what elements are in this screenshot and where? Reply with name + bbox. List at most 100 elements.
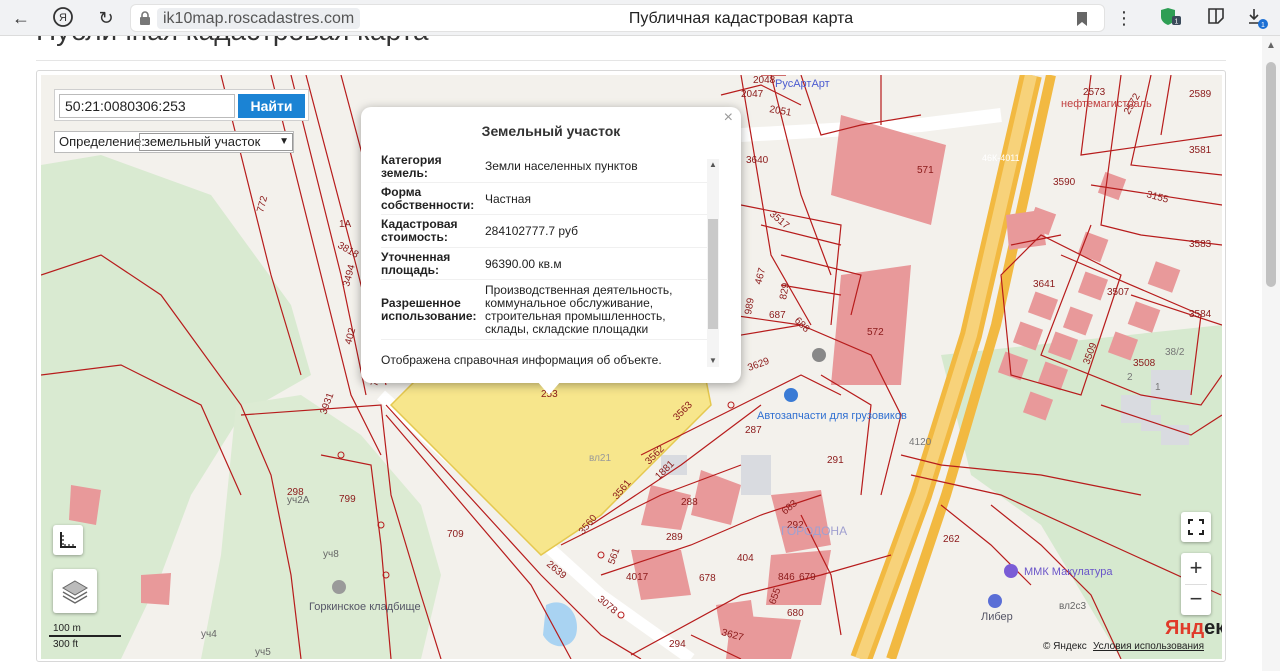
yandex-logo: Яндекс — [1165, 617, 1222, 639]
downloads-icon[interactable]: 1 — [1246, 6, 1270, 30]
parcel-label: 3155 — [1145, 189, 1170, 205]
parcel-label: 571 — [917, 165, 934, 176]
svg-text:1: 1 — [1175, 19, 1179, 26]
cadastral-map[interactable]: 2048 2047 2051 3640 571 46К-4011 2573 25… — [41, 75, 1222, 659]
parcel-label: 294 — [669, 639, 686, 650]
property-name: Кадастровая стоимость: — [381, 217, 458, 244]
parcel-label: 846 — [778, 572, 795, 583]
parcel-label: 291 — [827, 455, 844, 466]
parcel-label: 38/2 — [1165, 347, 1185, 358]
parcel-label: 3583 — [1189, 239, 1212, 250]
ruler-button[interactable] — [53, 525, 83, 555]
zoom-out-button[interactable]: − — [1181, 585, 1211, 615]
car-poi-icon[interactable] — [784, 388, 798, 402]
parcel-label: 3517 — [767, 209, 791, 232]
object-type-select[interactable]: земельный участок ▼ — [139, 133, 293, 151]
parcel-label: 989 — [743, 297, 757, 316]
parcel-label: уч4 — [201, 629, 217, 640]
parcel-label: 3641 — [1033, 279, 1056, 290]
scroll-up-icon[interactable]: ▲ — [708, 160, 718, 169]
menu-dots-icon[interactable]: ⋮ — [1112, 6, 1136, 30]
parcel-label: 3507 — [1107, 287, 1130, 298]
table-row: Кадастровая стоимость: 284102777.7 руб — [381, 215, 709, 248]
parcel-label: 4017 — [626, 572, 649, 583]
parcel-label: 772 — [255, 194, 270, 213]
url-domain[interactable]: ik10map.roscadastres.com — [157, 8, 361, 29]
zoom-control: + − — [1181, 553, 1211, 615]
zoom-in-button[interactable]: + — [1181, 553, 1211, 584]
parcel-label: 2047 — [741, 89, 764, 100]
parcel-label: 402 — [343, 326, 358, 345]
lock-icon — [140, 11, 150, 25]
find-button[interactable]: Найти — [238, 94, 305, 118]
place-label: ГОРОДОНА — [781, 524, 847, 538]
property-value: Частная — [485, 192, 531, 206]
reader-icon[interactable] — [1204, 6, 1228, 30]
scroll-up-icon[interactable]: ▲ — [1265, 40, 1277, 52]
yandex-icon[interactable]: Я — [50, 6, 76, 30]
back-arrow-icon[interactable]: ← — [8, 6, 34, 30]
popup-scrollbar-thumb[interactable] — [708, 219, 718, 329]
parcel-label: 688 — [792, 315, 812, 335]
table-row: Разрешенное использование: Производствен… — [381, 280, 709, 340]
bookmark-icon[interactable] — [1075, 11, 1089, 27]
browser-toolbar: ← Я ↻ ik10map.roscadastres.com Публичная… — [0, 0, 1280, 36]
place-label: нефтемагистраль — [1061, 98, 1152, 110]
ruler-icon — [60, 532, 76, 548]
parcel-label: 680 — [787, 608, 804, 619]
parcel-label: 262 — [943, 534, 960, 545]
shop-poi-icon[interactable] — [988, 594, 1002, 608]
parcel-properties-table: Категория земель: Земли населенных пункт… — [381, 151, 709, 340]
reference-note: Отображена справочная информация об объе… — [381, 353, 662, 367]
cadastral-number-input[interactable] — [59, 94, 235, 118]
parcel-label: 1А — [339, 219, 352, 230]
property-value: Земли населенных пунктов — [485, 159, 638, 173]
parcel-label: 687 — [769, 310, 786, 321]
chevron-down-icon: ▼ — [279, 136, 289, 147]
parcel-label: 288 — [681, 497, 698, 508]
page-scrollbar-thumb[interactable] — [1266, 62, 1276, 287]
tab-title: Публичная кадастровая карта — [628, 10, 854, 27]
parcel-label: 404 — [737, 553, 754, 564]
parcel-label: 3078 — [595, 594, 619, 617]
parcel-label: 3508 — [1133, 358, 1156, 369]
recycle-poi-icon[interactable] — [1004, 564, 1018, 578]
property-value: Производственная деятельность, коммуналь… — [485, 283, 673, 336]
place-label: ММК Макулатура — [1024, 566, 1113, 578]
address-bar[interactable]: ik10map.roscadastres.com Публичная кадас… — [130, 4, 1105, 32]
svg-text:Я: Я — [59, 12, 67, 24]
parcel-label: 4120 — [909, 437, 932, 448]
parcel-label: 572 — [867, 327, 884, 338]
scroll-down-icon[interactable]: ▼ — [708, 356, 718, 365]
parcel-label: 709 — [447, 529, 464, 540]
parcel-label: вл21 — [589, 453, 611, 464]
parcel-label: 3590 — [1053, 177, 1076, 188]
property-name: Разрешенное использование: — [381, 296, 477, 323]
place-label: РусАртАрт — [775, 78, 830, 90]
poi-icon[interactable] — [812, 348, 826, 362]
shield-icon[interactable]: 1 — [1160, 6, 1184, 30]
reload-icon[interactable]: ↻ — [93, 6, 119, 30]
property-name: Уточненная площадь: — [381, 250, 451, 277]
parcel-label: 3494 — [341, 263, 357, 288]
copyright-text: © Яндекс — [1043, 641, 1087, 652]
place-label: Горкинское кладбище — [309, 601, 421, 613]
parcel-label: уч5 — [255, 647, 271, 658]
definition-label: Определение: — [59, 134, 145, 149]
parcel-label: 2589 — [1189, 89, 1212, 100]
parcel-label: 287 — [745, 425, 762, 436]
parcel-label: 829 — [778, 282, 792, 301]
svg-text:1: 1 — [1261, 22, 1265, 29]
scale-bar: 100 m 300 ft — [49, 623, 121, 653]
terms-link[interactable]: Условия использования — [1093, 641, 1204, 652]
fullscreen-button[interactable] — [1181, 512, 1211, 542]
layers-button[interactable] — [53, 569, 97, 613]
place-label: Автозапчасти для грузовиков — [757, 410, 907, 422]
popup-pointer — [537, 381, 561, 395]
property-value: 284102777.7 руб — [485, 224, 578, 238]
parcel-label: 3931 — [318, 391, 336, 416]
divider — [36, 60, 1226, 61]
parcel-label: 1 — [1155, 382, 1161, 393]
place-label: Либер — [981, 611, 1013, 623]
cemetery-poi-icon[interactable] — [332, 580, 346, 594]
